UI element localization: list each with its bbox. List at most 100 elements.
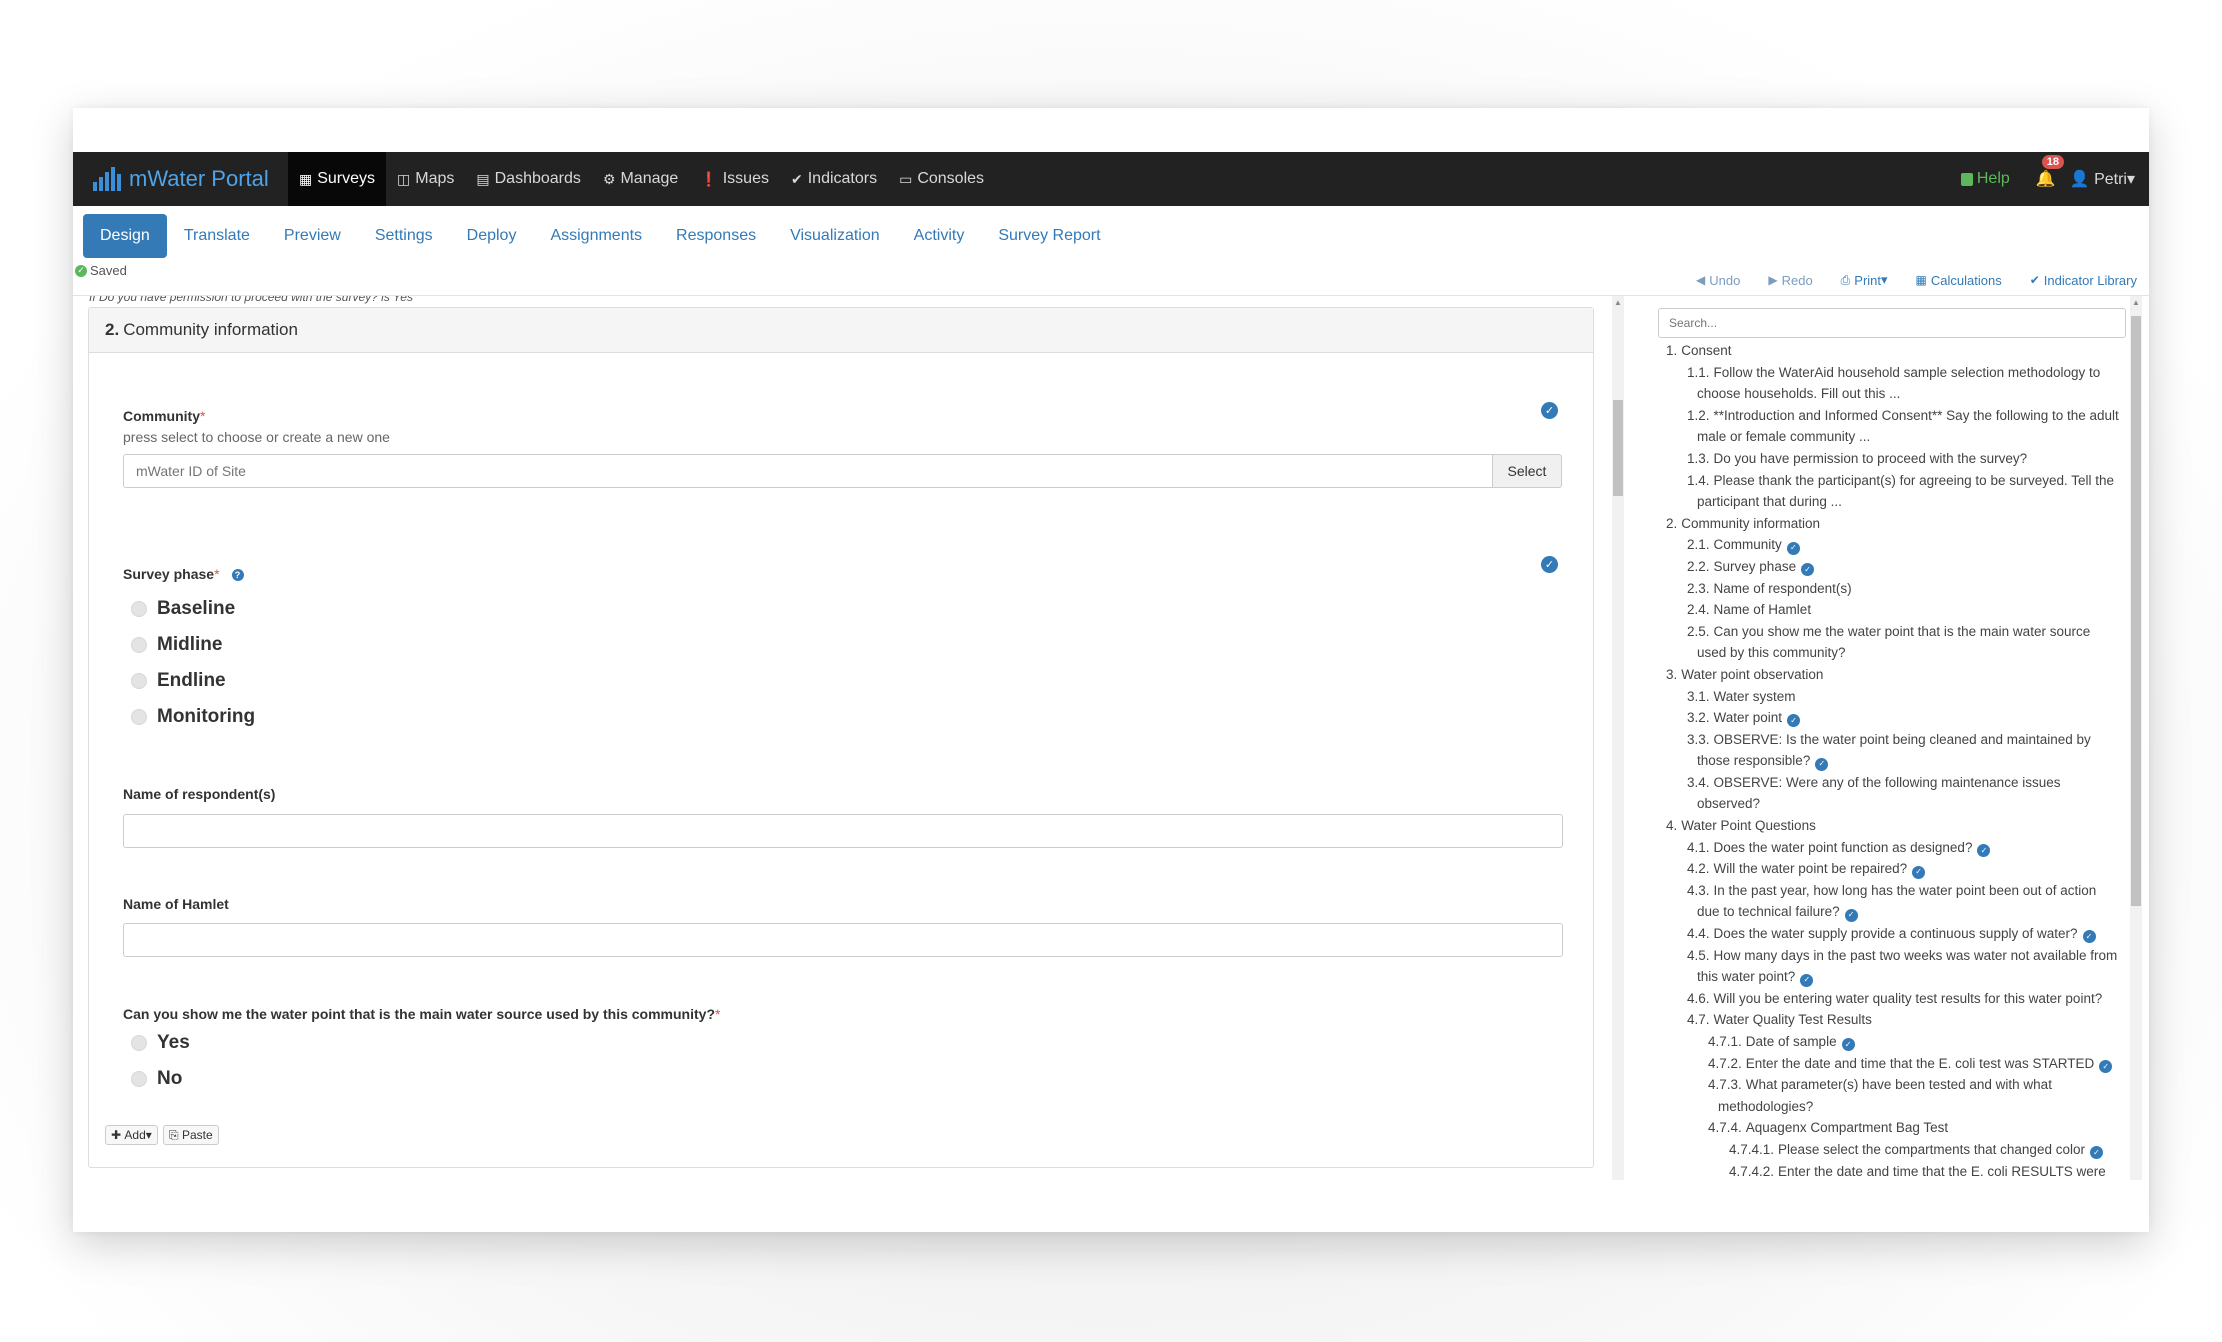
- tab-assignments[interactable]: Assignments: [533, 214, 659, 258]
- outline-item[interactable]: 4.7. Water Quality Test Results: [1666, 1009, 2136, 1031]
- outline-item[interactable]: 2.5. Can you show me the water point that…: [1666, 621, 2136, 664]
- radio-circle[interactable]: [131, 709, 147, 725]
- radio-yes[interactable]: Yes: [131, 1032, 190, 1054]
- tab-deploy[interactable]: Deploy: [450, 214, 534, 258]
- tab-responses[interactable]: Responses: [659, 214, 773, 258]
- outline-item[interactable]: 1.4. Please thank the participant(s) for …: [1666, 470, 2136, 513]
- question-hamlet-label[interactable]: Name of Hamlet: [123, 896, 229, 912]
- radio-midline[interactable]: Midline: [131, 634, 222, 656]
- outline-item[interactable]: 4.5. How many days in the past two weeks …: [1666, 945, 2136, 988]
- radio-monitoring[interactable]: Monitoring: [131, 706, 255, 728]
- outline-item-label: Name of respondent(s): [1713, 580, 1852, 596]
- calculations-button[interactable]: ▦ Calculations: [1916, 273, 2002, 288]
- outline-item-number: 4.1.: [1687, 839, 1710, 855]
- outline-item[interactable]: 4.7.1. Date of sample ✓: [1666, 1031, 2136, 1053]
- notifications-button[interactable]: 🔔 18: [2036, 155, 2065, 189]
- outline-item[interactable]: 2.1. Community ✓: [1666, 534, 2136, 556]
- add-item-button[interactable]: ✚ Add ▾: [105, 1125, 158, 1145]
- radio-circle[interactable]: [131, 1071, 147, 1087]
- outline-item[interactable]: 1.2. **Introduction and Informed Consent*…: [1666, 405, 2136, 448]
- indicator-library-button[interactable]: ✔ Indicator Library: [2030, 273, 2137, 288]
- scrollbar-thumb[interactable]: [1613, 400, 1623, 496]
- print-button[interactable]: ⎙ Print ▾: [1841, 272, 1888, 288]
- tab-translate[interactable]: Translate: [167, 214, 267, 258]
- top-navbar: mWater Portal ▦ Surveys ◫ Maps ▤ Dashboards…: [73, 152, 2149, 206]
- outline-item[interactable]: 3.4. OBSERVE: Were any of the following m…: [1666, 772, 2136, 815]
- undo-button[interactable]: ◀ Undo: [1696, 273, 1740, 288]
- hamlet-name-input[interactable]: [123, 923, 1563, 957]
- outline-item-label: Water point: [1713, 710, 1783, 726]
- tab-preview[interactable]: Preview: [267, 214, 358, 258]
- outline-item-label: Does the water supply provide a continuo…: [1713, 926, 2078, 942]
- outline-item[interactable]: 4.6. Will you be entering water quality t…: [1666, 988, 2136, 1010]
- outline-item[interactable]: 4.7.3. What parameter(s) have been tested…: [1666, 1074, 2136, 1117]
- outline-item[interactable]: 2.4. Name of Hamlet: [1666, 599, 2136, 621]
- outline-item-label-line2: used by this community?: [1697, 645, 1846, 661]
- section-header[interactable]: 2. Community information: [89, 308, 1593, 353]
- outline-item[interactable]: 1. Consent: [1666, 340, 2136, 362]
- outline-item[interactable]: 4.7.4.2. Enter the date and time that the…: [1666, 1161, 2136, 1180]
- nav-dashboards[interactable]: ▤ Dashboards: [465, 152, 592, 206]
- nav-issues[interactable]: ❗ Issues: [689, 152, 780, 206]
- question-survey-phase-label[interactable]: Survey phase*?: [123, 566, 244, 582]
- outline-item[interactable]: 2. Community information: [1666, 513, 2136, 535]
- outline-item[interactable]: 4.7.2. Enter the date and time that the E…: [1666, 1053, 2136, 1075]
- outline-item[interactable]: 4.7.4. Aquagenx Compartment Bag Test: [1666, 1117, 2136, 1139]
- indicator-check-icon: ✓: [1841, 1038, 1855, 1052]
- nav-consoles[interactable]: ▭ Consoles: [888, 152, 995, 206]
- outline-item[interactable]: 3.1. Water system: [1666, 686, 2136, 708]
- outline-item-label: **Introduction and Informed Consent** Sa…: [1713, 407, 2119, 423]
- radio-baseline[interactable]: Baseline: [131, 598, 235, 620]
- radio-circle[interactable]: [131, 601, 147, 617]
- radio-circle[interactable]: [131, 637, 147, 653]
- community-site-input[interactable]: [123, 454, 1493, 488]
- tab-survey-report[interactable]: Survey Report: [981, 214, 1117, 258]
- help-link[interactable]: Help: [1960, 170, 2010, 188]
- outline-item[interactable]: 1.1. Follow the WaterAid household sample…: [1666, 362, 2136, 405]
- respondent-name-input[interactable]: [123, 814, 1563, 848]
- tab-design[interactable]: Design: [83, 214, 167, 258]
- scrollbar-thumb[interactable]: [2131, 316, 2141, 906]
- tab-activity[interactable]: Activity: [897, 214, 982, 258]
- outline-item[interactable]: 4.2. Will the water point be repaired? ✓: [1666, 858, 2136, 880]
- outline-item-label: Date of sample: [1745, 1034, 1837, 1049]
- brand[interactable]: mWater Portal: [93, 152, 269, 206]
- outline-item[interactable]: 2.2. Survey phase ✓: [1666, 556, 2136, 578]
- outline-item[interactable]: 3.2. Water point ✓: [1666, 707, 2136, 729]
- nav-manage[interactable]: ⚙ Manage: [592, 152, 689, 206]
- outline-item-number: 2.1.: [1687, 537, 1710, 553]
- outline-item-label-continued: male or female community ...: [1687, 426, 2136, 448]
- outline-item[interactable]: 1.3. Do you have permission to proceed wi…: [1666, 448, 2136, 470]
- scroll-up-icon: ▲: [2132, 298, 2140, 307]
- outline-item[interactable]: 2.3. Name of respondent(s): [1666, 578, 2136, 600]
- outline-item[interactable]: 4.1. Does the water point function as des…: [1666, 837, 2136, 859]
- paste-button[interactable]: ⎘ Paste: [163, 1125, 219, 1145]
- question-community-label[interactable]: Community*: [123, 408, 205, 424]
- tab-settings[interactable]: Settings: [358, 214, 450, 258]
- outline-item-number: 1.3.: [1687, 450, 1710, 466]
- redo-button[interactable]: ▶ Redo: [1768, 273, 1812, 288]
- nav-indicators[interactable]: ✔ Indicators: [780, 152, 888, 206]
- outline-item-label: Water point observation: [1681, 666, 1824, 682]
- radio-circle[interactable]: [131, 1035, 147, 1051]
- outline-scrollbar[interactable]: ▲: [2130, 296, 2142, 1180]
- nav-surveys[interactable]: ▦ Surveys: [288, 152, 387, 206]
- outline-item[interactable]: 4.3. In the past year, how long has the w…: [1666, 880, 2136, 923]
- radio-no[interactable]: No: [131, 1068, 182, 1090]
- radio-circle[interactable]: [131, 673, 147, 689]
- select-site-button[interactable]: Select: [1492, 454, 1562, 488]
- question-respondent-label[interactable]: Name of respondent(s): [123, 786, 275, 802]
- outline-item[interactable]: 4.7.4.1. Please select the compartments t…: [1666, 1139, 2136, 1161]
- outline-search-input[interactable]: [1658, 308, 2126, 338]
- form-scrollbar[interactable]: ▲: [1612, 296, 1624, 1180]
- help-info-icon[interactable]: ?: [231, 569, 244, 581]
- tab-visualization[interactable]: Visualization: [773, 214, 897, 258]
- outline-item[interactable]: 4.4. Does the water supply provide a cont…: [1666, 923, 2136, 945]
- outline-item[interactable]: 3.3. OBSERVE: Is the water point being cl…: [1666, 729, 2136, 772]
- outline-item[interactable]: 3. Water point observation: [1666, 664, 2136, 686]
- question-water-point-label[interactable]: Can you show me the water point that is …: [123, 1006, 720, 1022]
- nav-maps[interactable]: ◫ Maps: [386, 152, 465, 206]
- user-menu[interactable]: 👤 Petri▾: [2070, 169, 2135, 189]
- outline-item[interactable]: 4. Water Point Questions: [1666, 815, 2136, 837]
- radio-endline[interactable]: Endline: [131, 670, 226, 692]
